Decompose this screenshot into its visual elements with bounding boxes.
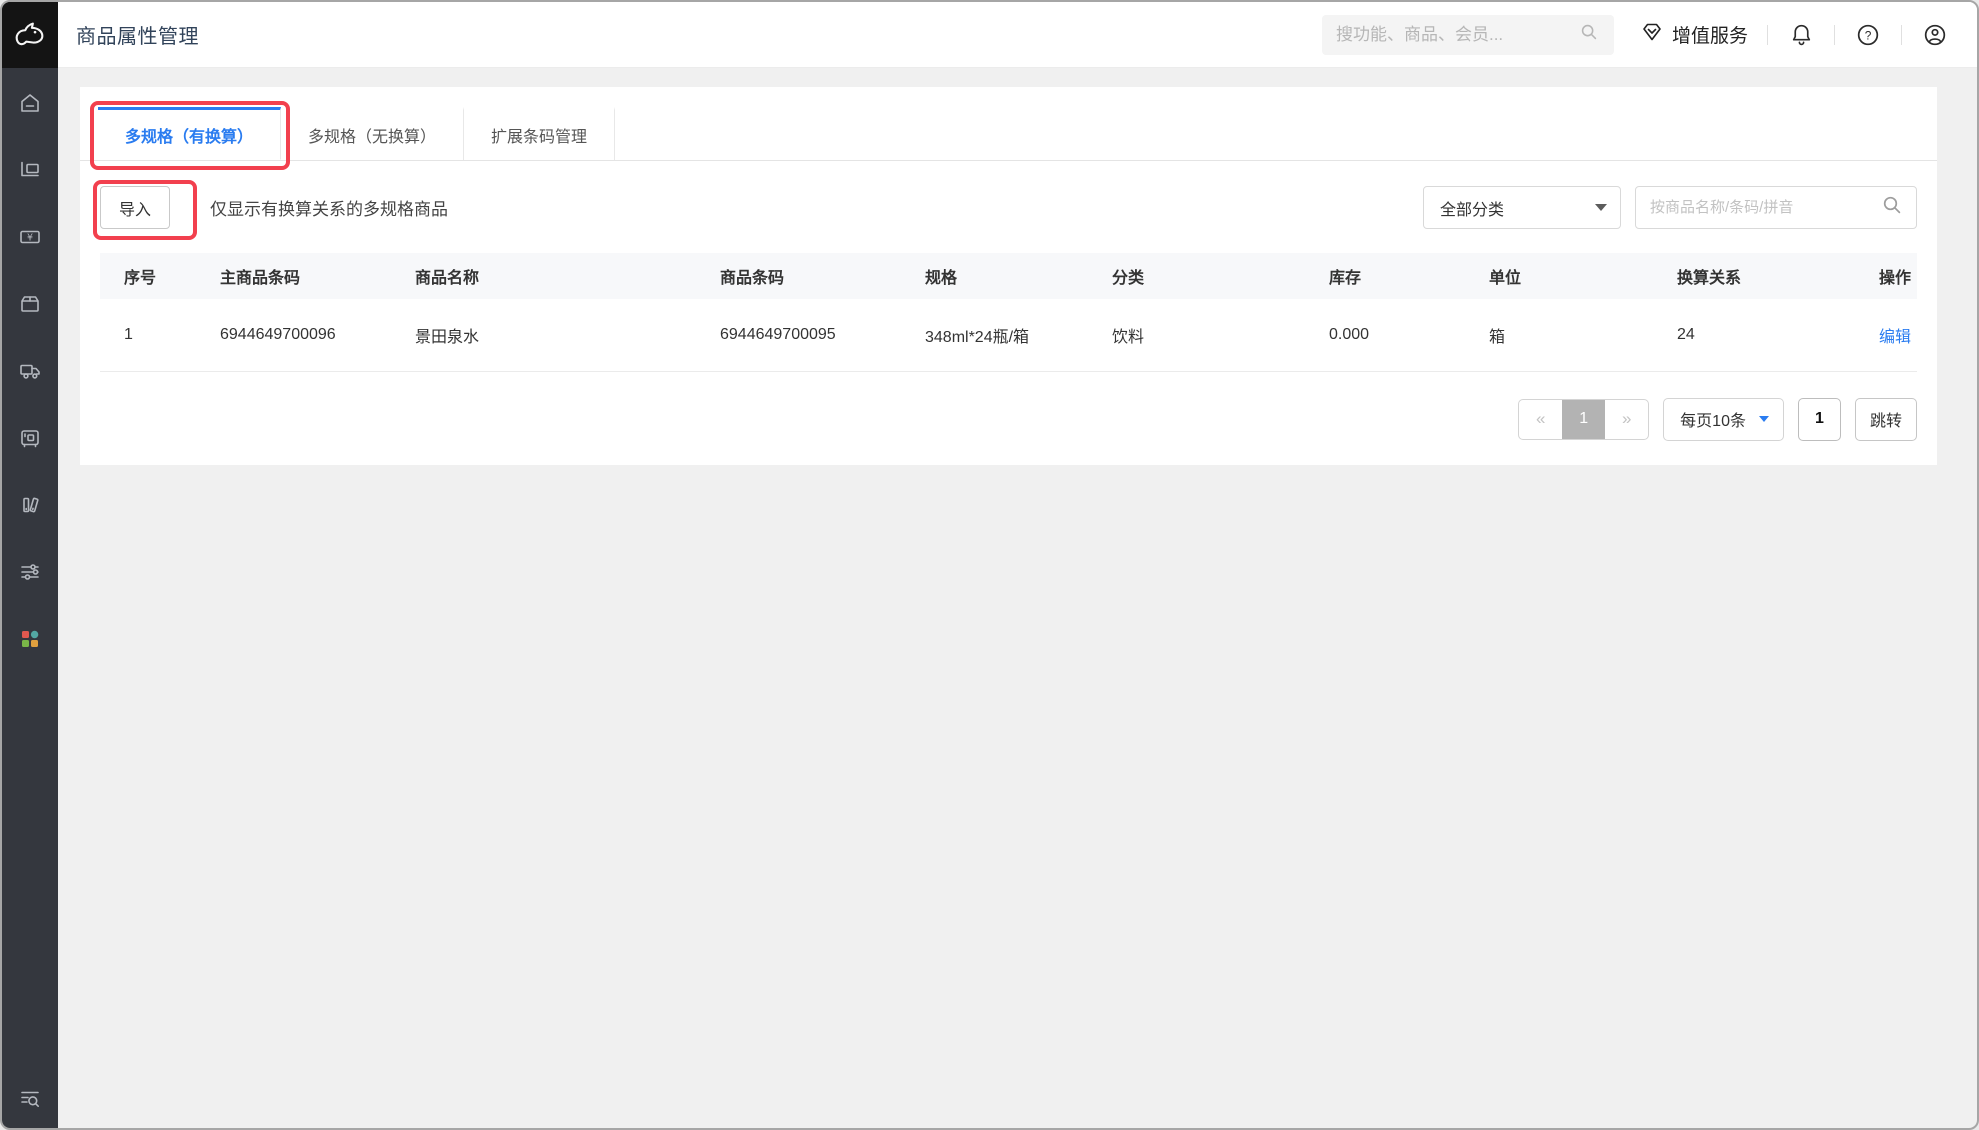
col-barcode: 商品条码 xyxy=(720,253,925,299)
money-icon[interactable]: ¥ xyxy=(18,225,42,249)
tab-extended-barcode[interactable]: 扩展条码管理 xyxy=(464,107,615,160)
page-size-select[interactable]: 每页10条 xyxy=(1663,398,1784,441)
col-actions: 操作 xyxy=(1809,253,1917,299)
toolbar-filters: 全部分类 xyxy=(1423,186,1917,229)
search-icon xyxy=(1578,21,1600,48)
cell-stock: 0.000 xyxy=(1329,299,1489,371)
tab-label: 多规格（无换算） xyxy=(308,123,436,147)
products-table: 序号 主商品条码 商品名称 商品条码 规格 分类 库存 单位 换算关系 操作 xyxy=(100,253,1917,372)
col-spec: 规格 xyxy=(925,253,1112,299)
value-added-services[interactable]: 增值服务 xyxy=(1640,20,1748,50)
cell-category: 饮料 xyxy=(1112,299,1329,371)
chevron-down-icon xyxy=(1759,416,1769,422)
tab-multispec-without-conversion[interactable]: 多规格（无换算） xyxy=(281,107,464,160)
table-row: 1 6944649700096 景田泉水 6944649700095 348ml… xyxy=(100,299,1917,371)
global-search-input[interactable] xyxy=(1336,25,1578,45)
content-card: 多规格（有换算） 多规格（无换算） 扩展条码管理 导入 仅显示有换算关系的多规格… xyxy=(80,87,1937,465)
product-search-input[interactable] xyxy=(1650,199,1880,216)
divider xyxy=(1767,25,1768,45)
col-stock: 库存 xyxy=(1329,253,1489,299)
sidebar-nav: ¥ xyxy=(18,91,42,651)
jump-page-input[interactable] xyxy=(1798,398,1841,441)
cell-name: 景田泉水 xyxy=(415,299,720,371)
safe-icon[interactable] xyxy=(18,426,42,450)
leopard-logo xyxy=(2,2,58,68)
help-icon[interactable]: ? xyxy=(1854,21,1882,49)
tab-label: 多规格（有换算） xyxy=(125,123,253,147)
user-avatar-icon[interactable] xyxy=(1921,21,1949,49)
library-icon[interactable] xyxy=(18,493,42,517)
pagination: « 1 » 每页10条 跳转 xyxy=(100,398,1917,441)
tab-bar: 多规格（有换算） 多规格（无换算） 扩展条码管理 xyxy=(80,87,1937,161)
search-list-icon[interactable] xyxy=(18,1086,42,1110)
edit-link[interactable]: 编辑 xyxy=(1879,329,1911,346)
svg-text:¥: ¥ xyxy=(27,232,33,243)
sliders-icon[interactable] xyxy=(18,560,42,584)
cell-main-barcode: 6944649700096 xyxy=(220,299,415,371)
category-select[interactable]: 全部分类 xyxy=(1423,186,1621,229)
col-conversion: 换算关系 xyxy=(1677,253,1809,299)
page-size-value: 每页10条 xyxy=(1680,407,1746,431)
col-category: 分类 xyxy=(1112,253,1329,299)
chevron-down-icon xyxy=(1595,204,1607,211)
product-search[interactable] xyxy=(1635,186,1917,229)
prev-page-button[interactable]: « xyxy=(1519,400,1562,439)
topbar: 商品属性管理 增值服务 xyxy=(58,2,1977,68)
vas-label: 增值服务 xyxy=(1672,21,1748,48)
divider xyxy=(1834,25,1835,45)
truck-icon[interactable] xyxy=(18,359,42,383)
toolbar: 导入 仅显示有换算关系的多规格商品 全部分类 xyxy=(100,186,1917,229)
next-page-button[interactable]: » xyxy=(1605,400,1648,439)
global-search[interactable] xyxy=(1322,15,1614,55)
apps-grid-icon[interactable] xyxy=(18,627,42,651)
home-icon[interactable] xyxy=(18,91,42,115)
col-main-barcode: 主商品条码 xyxy=(220,253,415,299)
cell-barcode: 6944649700095 xyxy=(720,299,925,371)
package-icon[interactable] xyxy=(18,292,42,316)
content-area: 多规格（有换算） 多规格（无换算） 扩展条码管理 导入 仅显示有换算关系的多规格… xyxy=(58,68,1977,1128)
search-icon xyxy=(1880,193,1904,222)
sidebar: ¥ xyxy=(2,2,58,1128)
col-seq: 序号 xyxy=(100,253,220,299)
bell-icon[interactable] xyxy=(1787,21,1815,49)
table-header-row: 序号 主商品条码 商品名称 商品条码 规格 分类 库存 单位 换算关系 操作 xyxy=(100,253,1917,299)
topbar-right: 增值服务 ? xyxy=(1322,15,1949,55)
col-unit: 单位 xyxy=(1489,253,1677,299)
cell-seq: 1 xyxy=(100,299,220,371)
main-area: 商品属性管理 增值服务 xyxy=(58,2,1977,1128)
jump-button[interactable]: 跳转 xyxy=(1855,398,1917,441)
svg-text:?: ? xyxy=(1865,28,1872,42)
page-title: 商品属性管理 xyxy=(76,20,199,49)
cell-conversion: 24 xyxy=(1677,299,1809,371)
cell-spec: 348ml*24瓶/箱 xyxy=(925,299,1112,371)
col-name: 商品名称 xyxy=(415,253,720,299)
tab-multispec-with-conversion[interactable]: 多规格（有换算） xyxy=(98,107,281,160)
current-page[interactable]: 1 xyxy=(1562,400,1605,439)
toolbar-hint: 仅显示有换算关系的多规格商品 xyxy=(210,195,448,220)
cell-unit: 箱 xyxy=(1489,299,1677,371)
import-button[interactable]: 导入 xyxy=(100,186,170,229)
divider xyxy=(1901,25,1902,45)
category-select-value: 全部分类 xyxy=(1440,196,1504,220)
tab-label: 扩展条码管理 xyxy=(491,123,587,147)
gem-badge-icon xyxy=(1640,20,1664,50)
pos-terminal-icon[interactable] xyxy=(18,158,42,182)
pager: « 1 » xyxy=(1518,399,1649,440)
app-window: ¥ xyxy=(0,0,1979,1130)
